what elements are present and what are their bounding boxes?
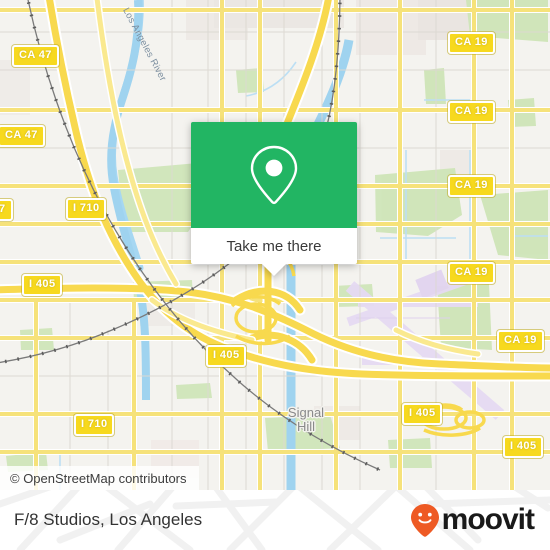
shield-ca-19-3[interactable]: CA 19	[448, 175, 495, 197]
take-me-there-label: Take me there	[226, 237, 322, 255]
shield-ca-47-north[interactable]: CA 47	[12, 45, 59, 67]
shield-i-405-lower-mid[interactable]: I 405	[402, 403, 443, 425]
destination-callout[interactable]: Take me there	[191, 122, 357, 276]
moovit-smiley-pin-icon	[410, 504, 439, 537]
callout-pointer	[262, 264, 286, 276]
moovit-wordmark: moovit	[441, 503, 535, 536]
callout-pin-area	[191, 122, 357, 228]
shield-i-710-lower[interactable]: I 710	[74, 414, 115, 436]
page-title: F/8 Studios, Los Angeles	[14, 510, 203, 529]
shield-i-405-left[interactable]: I 405	[22, 274, 63, 296]
shield-ca-47-south[interactable]: CA 47	[0, 125, 45, 147]
shield-ca-19-5[interactable]: CA 19	[497, 330, 544, 352]
location-pin-icon	[250, 145, 298, 205]
shield-ca-19-2[interactable]: CA 19	[448, 101, 495, 123]
map-canvas[interactable]: Signal Hill Los Angeles River CA 47 CA 4…	[0, 0, 550, 490]
shield-ca-19-4[interactable]: CA 19	[448, 262, 495, 284]
shield-ca-47-edge[interactable]: 7	[0, 199, 13, 221]
shield-i-405-lower-right[interactable]: I 405	[503, 436, 544, 458]
map-attribution[interactable]: © OpenStreetMap contributors	[0, 466, 199, 490]
attribution-text: © OpenStreetMap contributors	[10, 470, 187, 486]
take-me-there-button[interactable]: Take me there	[191, 228, 357, 264]
shield-i-710-upper[interactable]: I 710	[66, 198, 107, 220]
shield-i-405-mid[interactable]: I 405	[206, 345, 247, 367]
moovit-logo[interactable]: moovit	[410, 503, 535, 537]
footer-bar: F/8 Studios, Los Angeles moovit	[0, 490, 550, 550]
moovit-map-card: Signal Hill Los Angeles River CA 47 CA 4…	[0, 0, 550, 550]
shield-ca-19-1[interactable]: CA 19	[448, 32, 495, 54]
